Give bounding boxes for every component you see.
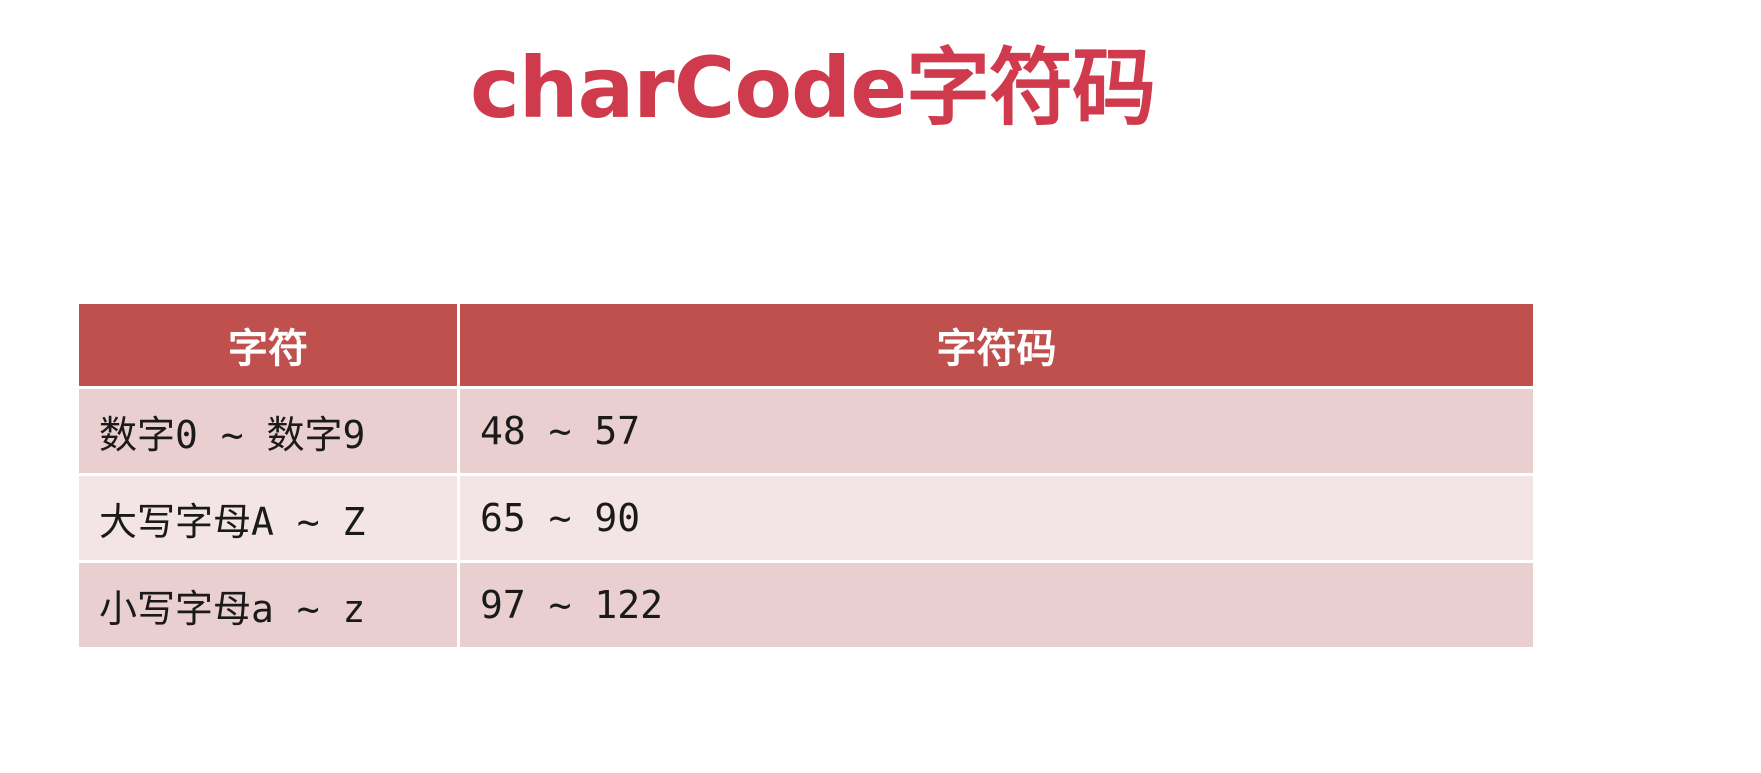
- cell-char: 大写字母A ~ Z: [79, 476, 457, 560]
- cell-code: 65 ~ 90: [460, 476, 1533, 560]
- table-row: 小写字母a ~ z 97 ~ 122: [79, 563, 1533, 647]
- cell-code: 97 ~ 122: [460, 563, 1533, 647]
- cell-code: 48 ~ 57: [460, 389, 1533, 473]
- table-row: 数字0 ~ 数字9 48 ~ 57: [79, 389, 1533, 473]
- column-header-char: 字符: [79, 304, 457, 386]
- cell-char: 数字0 ~ 数字9: [79, 389, 457, 473]
- column-header-code: 字符码: [460, 304, 1533, 386]
- table-row: 大写字母A ~ Z 65 ~ 90: [79, 476, 1533, 560]
- slide: charCode字符码 字符 字符码 数字0 ~ 数字9 48 ~ 57 大写字…: [0, 0, 1761, 773]
- table-header-row: 字符 字符码: [79, 304, 1533, 386]
- charcode-table: 字符 字符码 数字0 ~ 数字9 48 ~ 57 大写字母A ~ Z 65 ~ …: [76, 301, 1536, 650]
- page-title: charCode字符码: [470, 39, 1156, 137]
- cell-char: 小写字母a ~ z: [79, 563, 457, 647]
